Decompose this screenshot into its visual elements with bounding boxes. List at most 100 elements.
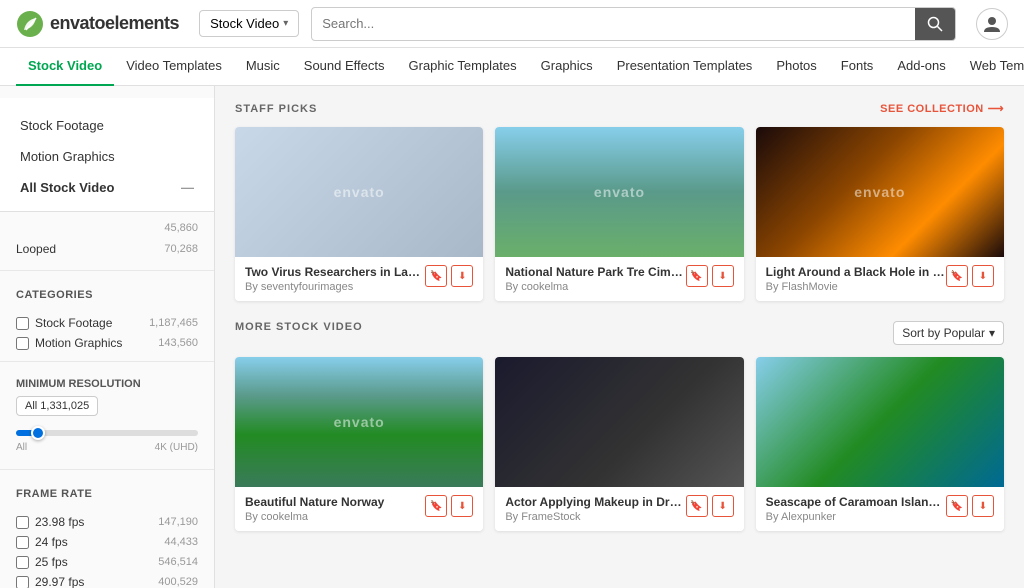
- card-lab-bookmark-button[interactable]: 🔖: [425, 265, 447, 287]
- watermark: envato: [854, 184, 905, 200]
- nav-item-graphics[interactable]: Graphics: [529, 48, 605, 86]
- stock-video-dropdown-button[interactable]: Stock Video ▾: [199, 10, 299, 37]
- card-mountain-bookmark-button[interactable]: 🔖: [686, 265, 708, 287]
- header: envatoelements Stock Video ▾: [0, 0, 1024, 48]
- stock-video-dropdown: Stock Footage Motion Graphics All Stock …: [0, 98, 214, 212]
- fps-29-checkbox[interactable]: [16, 576, 29, 588]
- nav-item-music[interactable]: Music: [234, 48, 292, 86]
- card-seascape-actions: 🔖 ⬇: [946, 495, 994, 517]
- card-seascape-download-button[interactable]: ⬇: [972, 495, 994, 517]
- card-norway: envato Beautiful Nature Norway By cookel…: [235, 357, 483, 531]
- nav-bar: Stock Video Video Templates Music Sound …: [0, 48, 1024, 86]
- min-resolution-title: Minimum Resolution: [16, 378, 198, 390]
- logo[interactable]: envatoelements: [16, 10, 179, 38]
- card-actor: Actor Applying Makeup in Dressing ... By…: [495, 357, 743, 531]
- more-stock-video-grid: envato Beautiful Nature Norway By cookel…: [235, 357, 1004, 531]
- card-norway-thumbnail[interactable]: envato: [235, 357, 483, 487]
- fps-23-checkbox[interactable]: [16, 516, 29, 529]
- nav-item-fonts[interactable]: Fonts: [829, 48, 886, 86]
- nav-item-sound-effects[interactable]: Sound Effects: [292, 48, 397, 86]
- card-norway-download-button[interactable]: ⬇: [451, 495, 473, 517]
- nav-item-presentation-templates[interactable]: Presentation Templates: [605, 48, 765, 86]
- card-lab-actions: 🔖 ⬇: [425, 265, 473, 287]
- card-space-download-button[interactable]: ⬇: [972, 265, 994, 287]
- see-collection-link[interactable]: SEE COLLECTION ⟶: [880, 102, 1004, 115]
- slider-thumb[interactable]: [31, 426, 45, 440]
- card-mountain-thumbnail[interactable]: envato: [495, 127, 743, 257]
- category-stock-footage[interactable]: Stock Footage 1,187,465: [0, 313, 214, 333]
- fps-24-checkbox[interactable]: [16, 536, 29, 549]
- card-norway-info: Beautiful Nature Norway By cookelma 🔖 ⬇: [235, 487, 483, 531]
- card-mountain: envato National Nature Park Tre Cime In …: [495, 127, 743, 301]
- stock-video-label: Stock Video: [210, 16, 279, 31]
- fps-25-checkbox[interactable]: [16, 556, 29, 569]
- card-actor-thumbnail[interactable]: [495, 357, 743, 487]
- card-seascape: Seascape of Caramoan Islands, Cam... By …: [756, 357, 1004, 531]
- main-layout: Stock Footage Motion Graphics All Stock …: [0, 86, 1024, 588]
- min-resolution-value: All 1,331,025: [16, 396, 98, 416]
- card-mountain-author: By cookelma: [505, 281, 685, 293]
- card-lab: envato Two Virus Researchers in Laborato…: [235, 127, 483, 301]
- category-motion-graphics[interactable]: Motion Graphics 143,560: [0, 333, 214, 353]
- staff-picks-header: STAFF PICKS SEE COLLECTION ⟶: [235, 102, 1004, 115]
- search-button[interactable]: [915, 7, 955, 41]
- sidebar: Stock Footage Motion Graphics All Stock …: [0, 86, 215, 588]
- card-mountain-download-button[interactable]: ⬇: [712, 265, 734, 287]
- card-actor-author: By FrameStock: [505, 511, 685, 523]
- card-space-actions: 🔖 ⬇: [946, 265, 994, 287]
- watermark: envato: [334, 414, 385, 430]
- sidebar-categories-section: Categories: [0, 279, 214, 313]
- card-actor-download-button[interactable]: ⬇: [712, 495, 734, 517]
- fps-25-row[interactable]: 25 fps 546,514: [0, 552, 214, 572]
- category-stock-footage-checkbox[interactable]: [16, 317, 29, 330]
- card-lab-author: By seventyfourimages: [245, 281, 425, 293]
- card-space-info: Light Around a Black Hole in Space ... B…: [756, 257, 1004, 301]
- watermark: envato: [594, 184, 645, 200]
- dropdown-item-motion-graphics[interactable]: Motion Graphics: [0, 141, 214, 172]
- card-space-bookmark-button[interactable]: 🔖: [946, 265, 968, 287]
- sort-dropdown[interactable]: Sort by Popular ▾: [893, 321, 1004, 345]
- nav-item-add-ons[interactable]: Add-ons: [885, 48, 957, 86]
- categories-title: Categories: [16, 289, 198, 301]
- card-seascape-author: By Alexpunker: [766, 511, 946, 523]
- fps-29-row[interactable]: 29.97 fps 400,529: [0, 572, 214, 588]
- card-lab-title: Two Virus Researchers in Laboratory: [245, 265, 425, 279]
- card-actor-bookmark-button[interactable]: 🔖: [686, 495, 708, 517]
- category-motion-graphics-checkbox[interactable]: [16, 337, 29, 350]
- nav-item-graphic-templates[interactable]: Graphic Templates: [397, 48, 529, 86]
- card-mountain-info: National Nature Park Tre Cime In th... B…: [495, 257, 743, 301]
- card-seascape-bookmark-button[interactable]: 🔖: [946, 495, 968, 517]
- card-actor-info: Actor Applying Makeup in Dressing ... By…: [495, 487, 743, 531]
- card-actor-title: Actor Applying Makeup in Dressing ...: [505, 495, 685, 509]
- fps-23-row[interactable]: 23.98 fps 147,190: [0, 512, 214, 532]
- card-norway-author: By cookelma: [245, 511, 425, 523]
- search-input[interactable]: [312, 16, 915, 31]
- sort-chevron-icon: ▾: [989, 326, 995, 340]
- user-account-icon[interactable]: [976, 8, 1008, 40]
- logo-leaf-icon: [16, 10, 44, 38]
- card-space-thumbnail[interactable]: envato: [756, 127, 1004, 257]
- card-space: envato Light Around a Black Hole in Spac…: [756, 127, 1004, 301]
- nav-item-web-templates[interactable]: Web Templates: [958, 48, 1024, 86]
- card-norway-bookmark-button[interactable]: 🔖: [425, 495, 447, 517]
- nav-item-photos[interactable]: Photos: [764, 48, 828, 86]
- resolution-slider-track[interactable]: [16, 430, 198, 436]
- fps-24-row[interactable]: 24 fps 44,433: [0, 532, 214, 552]
- card-lab-thumbnail[interactable]: envato: [235, 127, 483, 257]
- card-space-author: By FlashMovie: [766, 281, 946, 293]
- search-icon: [927, 16, 943, 32]
- card-actor-actions: 🔖 ⬇: [686, 495, 734, 517]
- card-mountain-actions: 🔖 ⬇: [686, 265, 734, 287]
- card-seascape-title: Seascape of Caramoan Islands, Cam...: [766, 495, 946, 509]
- card-lab-download-button[interactable]: ⬇: [451, 265, 473, 287]
- watermark: envato: [334, 184, 385, 200]
- dropdown-item-all-stock-video[interactable]: All Stock Video —: [0, 172, 214, 203]
- nav-item-stock-video[interactable]: Stock Video: [16, 48, 114, 86]
- card-seascape-thumbnail[interactable]: [756, 357, 1004, 487]
- dropdown-item-stock-footage[interactable]: Stock Footage: [0, 110, 214, 141]
- card-seascape-info: Seascape of Caramoan Islands, Cam... By …: [756, 487, 1004, 531]
- nav-item-video-templates[interactable]: Video Templates: [114, 48, 234, 86]
- search-bar: [311, 7, 956, 41]
- min-resolution-section: Minimum Resolution All 1,331,025 All 4K …: [0, 370, 214, 461]
- active-indicator: —: [181, 180, 194, 195]
